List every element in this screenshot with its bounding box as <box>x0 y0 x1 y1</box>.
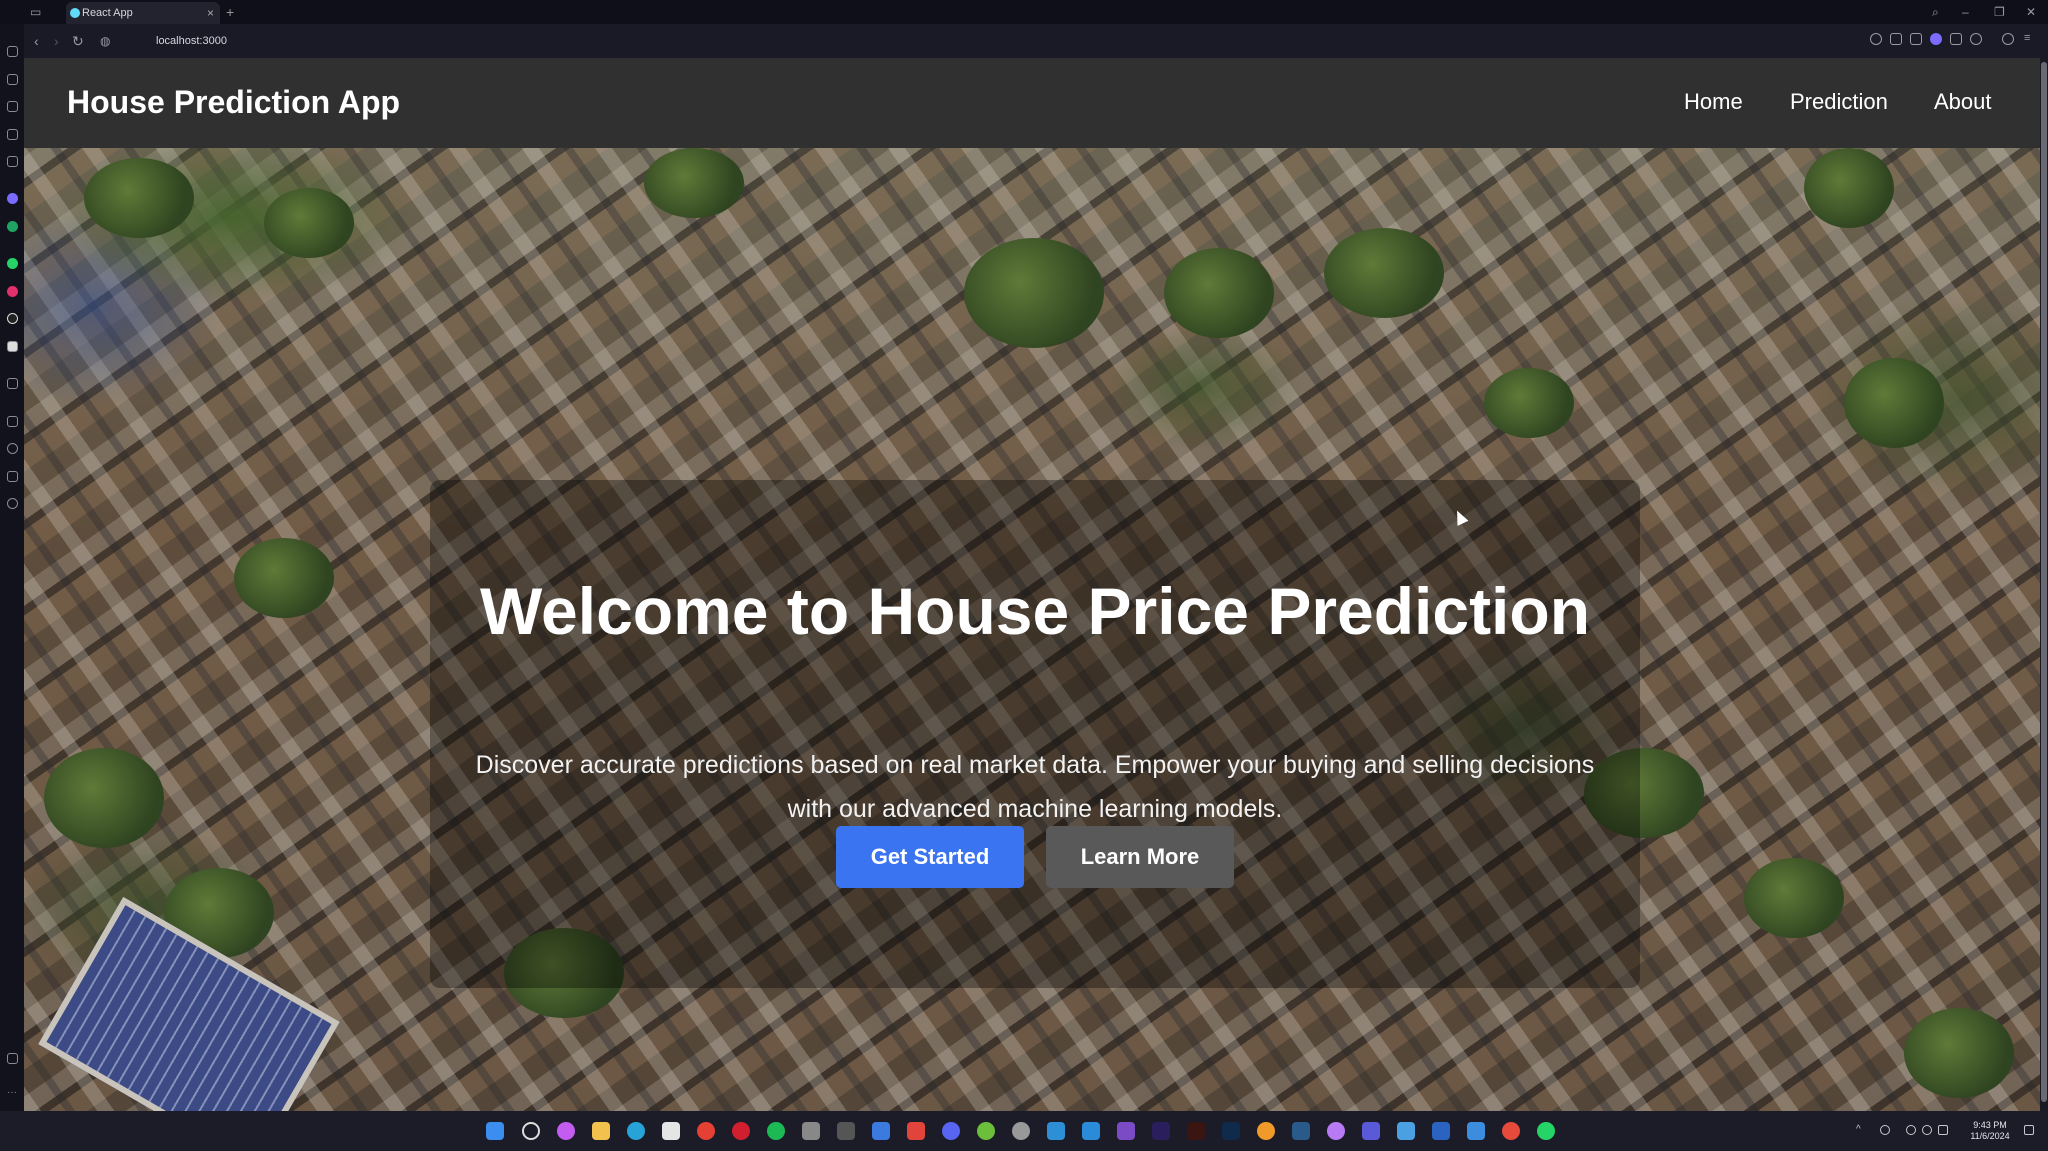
favorites-icon[interactable] <box>1970 33 1982 45</box>
word-icon[interactable] <box>1432 1122 1450 1140</box>
steam-icon[interactable] <box>1292 1122 1310 1140</box>
notifications-icon[interactable] <box>2024 1125 2034 1135</box>
app-icon-9[interactable] <box>1327 1122 1345 1140</box>
sidebar-speed-dial-icon[interactable] <box>7 46 18 57</box>
sidebar-instagram-app-icon[interactable] <box>7 286 18 297</box>
app-icon-6[interactable] <box>1012 1122 1030 1140</box>
new-tab-button[interactable]: + <box>226 2 234 22</box>
illustrator-icon[interactable] <box>1187 1122 1205 1140</box>
sidebar-player-icon[interactable] <box>7 378 18 389</box>
menu-icon[interactable]: ≡ <box>2024 33 2036 45</box>
sidebar-aria-icon[interactable] <box>7 193 18 204</box>
search-tabs-icon[interactable]: ⌕ <box>1932 2 1939 22</box>
sidebar-whatsapp-icon[interactable] <box>7 258 18 269</box>
sidebar-extensions-icon[interactable] <box>7 471 18 482</box>
sidebar-x-icon[interactable] <box>7 341 18 352</box>
page-scrollbar[interactable] <box>2040 58 2048 1111</box>
hero-panel: Welcome to House Price Prediction Discov… <box>430 480 1640 988</box>
chrome-2-icon[interactable] <box>1502 1122 1520 1140</box>
get-started-button[interactable]: Get Started <box>836 826 1024 888</box>
app-header: House Prediction App Home Prediction Abo… <box>24 58 2040 148</box>
taskbar: ^ 9:43 PM 11/6/2024 <box>0 1111 2048 1151</box>
visual-studio-icon[interactable] <box>1117 1122 1135 1140</box>
sidebar-instagram-icon[interactable] <box>7 129 18 140</box>
wifi-icon[interactable] <box>1906 1125 1916 1135</box>
clock-date: 11/6/2024 <box>1970 1131 2010 1141</box>
address-bar: ‹ › ↻ ◍ localhost:3000 ≡ <box>24 24 2048 58</box>
back-icon[interactable]: ‹ <box>34 30 39 52</box>
teams-icon[interactable] <box>1362 1122 1380 1140</box>
mic-icon[interactable] <box>1880 1125 1890 1135</box>
tab-bar: ▭ React App × + ⌕ – ❐ ✕ <box>0 0 2048 24</box>
app-icon-11[interactable] <box>1467 1122 1485 1140</box>
send-icon[interactable] <box>1950 33 1962 45</box>
tray-chevron-icon[interactable]: ^ <box>1856 1125 1866 1135</box>
app-icon-2[interactable] <box>837 1122 855 1140</box>
vscode-icon[interactable] <box>1082 1122 1100 1140</box>
sidebar-bottom-icon[interactable] <box>7 1053 18 1064</box>
tab-title: React App <box>82 7 133 19</box>
app-title: House Prediction App <box>67 84 401 120</box>
close-tab-icon[interactable]: × <box>207 2 214 24</box>
chrome-icon[interactable] <box>697 1122 715 1140</box>
app-icon-7[interactable] <box>1047 1122 1065 1140</box>
sidebar-settings-icon[interactable] <box>7 498 18 509</box>
edge-icon[interactable] <box>627 1122 645 1140</box>
reload-icon[interactable]: ↻ <box>72 30 84 52</box>
page-viewport: House Prediction App Home Prediction Abo… <box>24 58 2040 1111</box>
browser-sidebar: ··· <box>0 0 24 1111</box>
sidebar-tiktok-icon[interactable] <box>7 313 18 324</box>
nav-link-about[interactable]: About <box>1934 88 1992 116</box>
discord-icon[interactable] <box>942 1122 960 1140</box>
copilot-icon[interactable] <box>557 1122 575 1140</box>
sidebar-notes-icon[interactable] <box>7 416 18 427</box>
hero-title: Welcome to House Price Prediction <box>479 574 1591 648</box>
opera-icon[interactable] <box>732 1122 750 1140</box>
app-icon-5[interactable] <box>977 1122 995 1140</box>
store-icon[interactable] <box>662 1122 680 1140</box>
clock-time: 9:43 PM <box>1973 1120 2007 1130</box>
learn-more-button[interactable]: Learn More <box>1046 826 1234 888</box>
forward-icon[interactable]: › <box>54 30 59 52</box>
app-icon-10[interactable] <box>1397 1122 1415 1140</box>
file-explorer-icon[interactable] <box>592 1122 610 1140</box>
start-icon[interactable] <box>486 1122 504 1140</box>
app-icon-1[interactable] <box>802 1122 820 1140</box>
edit-icon[interactable] <box>1890 33 1902 45</box>
app-icon-8[interactable] <box>1257 1122 1275 1140</box>
site-info-icon[interactable]: ◍ <box>100 30 110 52</box>
profile-icon[interactable] <box>2002 33 2014 45</box>
taskbar-clock[interactable]: 9:43 PM 11/6/2024 <box>1960 1120 2020 1142</box>
hero-section: Welcome to House Price Prediction Discov… <box>24 148 2040 1111</box>
url-field[interactable]: localhost:3000 <box>156 32 227 50</box>
restore-icon[interactable]: ❐ <box>1994 2 2005 22</box>
snapshot-icon[interactable] <box>1910 33 1922 45</box>
app-icon-3[interactable] <box>872 1122 890 1140</box>
battery-icon[interactable] <box>1938 1125 1948 1135</box>
sidebar-history-icon[interactable] <box>7 443 18 454</box>
app-icon-4[interactable] <box>907 1122 925 1140</box>
tab-manager-icon[interactable]: ▭ <box>30 2 41 22</box>
react-favicon-icon <box>70 8 80 18</box>
sidebar-shopping-icon[interactable] <box>7 74 18 85</box>
photoshop-icon[interactable] <box>1222 1122 1240 1140</box>
sidebar-wallet-icon[interactable] <box>7 156 18 167</box>
zoom-icon[interactable] <box>1870 33 1882 45</box>
spotify-icon[interactable] <box>767 1122 785 1140</box>
sidebar-more-icon[interactable]: ··· <box>7 1088 18 1101</box>
sidebar-messenger-icon[interactable] <box>7 101 18 112</box>
scrollbar-thumb[interactable] <box>2041 62 2047 1102</box>
window-close-icon[interactable]: ✕ <box>2026 2 2036 22</box>
vpn-icon[interactable] <box>1930 33 1942 45</box>
premiere-icon[interactable] <box>1152 1122 1170 1140</box>
volume-icon[interactable] <box>1922 1125 1932 1135</box>
browser-tab[interactable]: React App × <box>66 2 220 24</box>
nav-link-prediction[interactable]: Prediction <box>1790 88 1888 116</box>
hero-subtitle: Discover accurate predictions based on r… <box>475 751 1595 823</box>
minimize-icon[interactable]: – <box>1962 2 1969 22</box>
whatsapp-icon[interactable] <box>1537 1122 1555 1140</box>
search-icon[interactable] <box>522 1122 540 1140</box>
nav-link-home[interactable]: Home <box>1684 88 1743 116</box>
sidebar-chatgpt-icon[interactable] <box>7 221 18 232</box>
